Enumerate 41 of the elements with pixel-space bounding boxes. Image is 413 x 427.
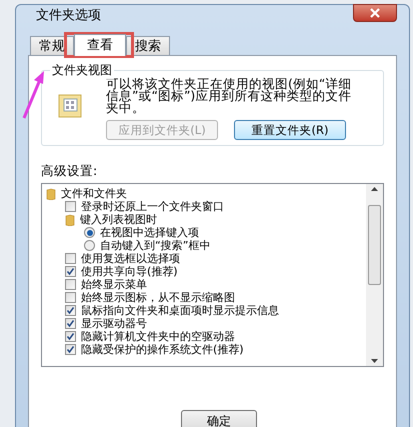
setting-label: 隐藏受保护的操作系统文件(推荐) — [81, 343, 244, 356]
setting-label: 在视图中选择键入项 — [100, 226, 199, 239]
folder-icon — [65, 214, 75, 226]
tab[interactable]: 常规 — [30, 36, 74, 56]
setting-label: 始终显示菜单 — [81, 278, 147, 291]
setting-label: 文件和文件夹 — [61, 187, 127, 200]
folder-icon — [46, 188, 56, 200]
setting-label: 显示驱动器号 — [81, 317, 147, 330]
checkbox[interactable] — [65, 253, 76, 264]
checkbox[interactable] — [65, 344, 76, 355]
setting-label: 登录时还原上一个文件夹窗口 — [81, 200, 224, 213]
scroll-down-icon[interactable] — [371, 359, 378, 363]
setting-label: 始终显示图标，从不显示缩略图 — [81, 291, 235, 304]
folder-button[interactable]: 重置文件夹(R) — [234, 120, 346, 140]
tab[interactable]: 查看 — [74, 34, 126, 56]
setting-label: 自动键入到“搜索”框中 — [100, 239, 210, 252]
window-title: 文件夹选项 — [36, 6, 101, 25]
setting-label: 使用复选框以选择项 — [81, 252, 180, 265]
checkbox[interactable] — [65, 279, 76, 290]
close-button[interactable] — [353, 4, 397, 22]
tab[interactable]: 搜索 — [126, 36, 170, 56]
setting-label: 隐藏计算机文件夹中的空驱动器 — [81, 330, 235, 343]
close-icon — [370, 8, 380, 18]
scroll-thumb[interactable] — [368, 205, 381, 285]
radio-button[interactable] — [84, 240, 95, 251]
checkbox[interactable] — [65, 318, 76, 329]
checkbox[interactable] — [65, 266, 76, 277]
radio-button[interactable] — [84, 227, 95, 238]
setting-label: 鼠标指向文件夹和桌面项时显示提示信息 — [81, 304, 279, 317]
setting-label: 使用共享向导(推荐) — [81, 265, 178, 278]
checkbox[interactable] — [65, 292, 76, 303]
checkbox[interactable] — [65, 305, 76, 316]
checkbox[interactable] — [65, 331, 76, 342]
group-title: 文件夹视图 — [50, 61, 114, 80]
ok-button[interactable]: 确定 — [181, 410, 257, 427]
scrollbar[interactable] — [366, 184, 383, 366]
scroll-up-icon[interactable] — [371, 187, 378, 191]
advanced-settings-label: 高级设置: — [41, 162, 98, 180]
folder-view-icon — [58, 93, 84, 120]
setting-label: 键入列表视图时 — [80, 213, 157, 226]
checkbox[interactable] — [65, 201, 76, 212]
